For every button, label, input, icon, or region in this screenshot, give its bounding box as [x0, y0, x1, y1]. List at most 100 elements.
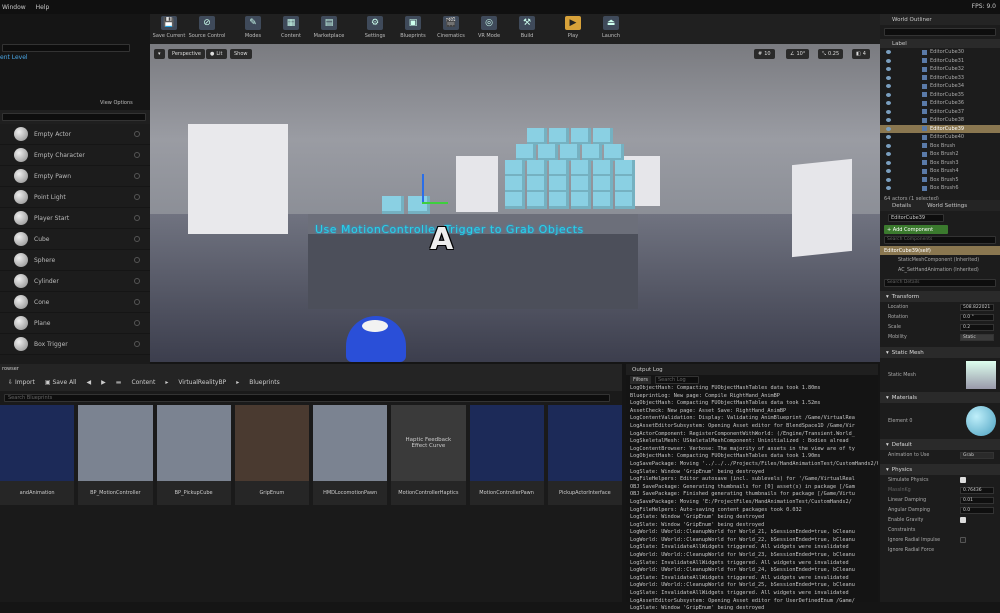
- lit-button[interactable]: ● Lit: [206, 49, 227, 59]
- pyramid-cube[interactable]: [582, 144, 602, 161]
- place-item[interactable]: Cube: [0, 229, 150, 250]
- perspective-button[interactable]: Perspective: [168, 49, 205, 59]
- pyramid-cube[interactable]: [527, 160, 547, 177]
- outliner-header[interactable]: Label: [880, 39, 1000, 48]
- static-mesh-thumbnail[interactable]: [966, 361, 996, 389]
- pyramid-cube[interactable]: [593, 192, 613, 209]
- eye-icon[interactable]: [886, 75, 891, 80]
- eye-icon[interactable]: [886, 143, 891, 148]
- path-content[interactable]: Content: [131, 379, 155, 386]
- gizmo-z-axis[interactable]: [422, 174, 424, 204]
- levels-search[interactable]: [2, 44, 130, 52]
- pyramid-cube[interactable]: [593, 160, 613, 177]
- pyramid-cube[interactable]: [615, 176, 635, 193]
- path-virtualrealitybp[interactable]: VirtualRealityBP: [178, 379, 226, 386]
- asset-tile[interactable]: BP_MotionController: [78, 405, 153, 505]
- pyramid-cube[interactable]: [571, 176, 591, 193]
- tab-world-settings[interactable]: World Settings: [927, 203, 967, 209]
- help-icon[interactable]: [134, 299, 140, 305]
- place-item[interactable]: Empty Character: [0, 145, 150, 166]
- eye-icon[interactable]: [886, 50, 891, 55]
- outliner-row[interactable]: EditorCube30: [880, 48, 1000, 57]
- component-static-mesh[interactable]: StaticMeshComponent (Inherited): [880, 255, 1000, 265]
- current-level[interactable]: ent Level: [0, 54, 28, 61]
- outliner-row[interactable]: Box Brush6: [880, 184, 1000, 193]
- place-search[interactable]: [2, 113, 146, 121]
- outliner-row[interactable]: EditorCube38: [880, 116, 1000, 125]
- pyramid-cube[interactable]: [505, 176, 525, 193]
- help-icon[interactable]: [134, 278, 140, 284]
- pyramid-cube[interactable]: [593, 128, 613, 145]
- level-viewport[interactable]: ▾ Perspective ● Lit Show #10 ∠ 10° ⤡ 0.25 ◧…: [150, 44, 880, 362]
- outliner-row[interactable]: EditorCube39: [880, 124, 1000, 133]
- eye-icon[interactable]: [886, 152, 891, 157]
- pyramid-cube[interactable]: [549, 192, 569, 209]
- pyramid-cube[interactable]: [549, 160, 569, 177]
- outliner-row[interactable]: Box Brush3: [880, 159, 1000, 168]
- modes-button[interactable]: ✎ Modes: [234, 14, 272, 44]
- search-components-input[interactable]: Search Components: [884, 236, 996, 244]
- pyramid-cube[interactable]: [527, 176, 547, 193]
- pyramid-cube[interactable]: [604, 144, 624, 161]
- pyramid-cube[interactable]: [593, 176, 613, 193]
- tab-details[interactable]: Details: [892, 203, 911, 209]
- view-options[interactable]: View Options: [100, 100, 133, 106]
- component-self[interactable]: EditorCube39(self): [880, 246, 1000, 255]
- add-component-button[interactable]: + Add Component: [884, 225, 948, 234]
- outliner-row[interactable]: EditorCube33: [880, 74, 1000, 83]
- asset-tile[interactable]: BP_PickupCube: [156, 405, 231, 505]
- pyramid-cube[interactable]: [505, 192, 525, 209]
- pyramid-cube[interactable]: [615, 192, 635, 209]
- pyramid-cube[interactable]: [549, 128, 569, 145]
- eye-icon[interactable]: [886, 126, 891, 131]
- material-thumbnail[interactable]: [966, 406, 996, 436]
- help-icon[interactable]: [134, 131, 140, 137]
- section-static-mesh[interactable]: ▾ Static Mesh: [880, 347, 1000, 358]
- eye-icon[interactable]: [886, 67, 891, 72]
- ignore-impulse-checkbox[interactable]: [960, 537, 966, 543]
- asset-tile[interactable]: GripEnum: [234, 405, 309, 505]
- path-blueprints[interactable]: Blueprints: [249, 379, 280, 386]
- help-icon[interactable]: [134, 320, 140, 326]
- pyramid-cube[interactable]: [527, 192, 547, 209]
- outliner-search[interactable]: [884, 28, 996, 36]
- settings-button[interactable]: ⚙ Settings: [356, 14, 394, 44]
- rotation-snap-button[interactable]: ∠ 10°: [786, 49, 810, 59]
- outliner-row[interactable]: EditorCube31: [880, 57, 1000, 66]
- eye-icon[interactable]: [886, 118, 891, 123]
- content-search-input[interactable]: Search Blueprints: [4, 394, 610, 402]
- vr-mode-button[interactable]: ◎ VR Mode: [470, 14, 508, 44]
- save-all-button[interactable]: ▣ Save All: [45, 379, 77, 386]
- section-transform[interactable]: ▾ Transform: [880, 291, 1000, 302]
- asset-tile[interactable]: MotionControllerPawn: [469, 405, 544, 505]
- outliner-row[interactable]: EditorCube32: [880, 65, 1000, 74]
- outliner-row[interactable]: Box Brush: [880, 142, 1000, 151]
- scale-x-field[interactable]: 0.2: [960, 323, 994, 331]
- show-button[interactable]: Show: [230, 49, 252, 59]
- actor-name-field[interactable]: EditorCube39: [888, 214, 944, 222]
- import-button[interactable]: ⇩ Import: [8, 379, 35, 386]
- eye-icon[interactable]: [886, 177, 891, 182]
- section-materials[interactable]: ▾ Materials: [880, 392, 1000, 403]
- component-hand-anim[interactable]: AC_SetHandAnimation (Inherited): [880, 265, 1000, 275]
- pyramid-cube[interactable]: [560, 144, 580, 161]
- nav-forward-icon[interactable]: ▶: [101, 379, 106, 386]
- output-log-tab[interactable]: Output Log: [632, 367, 663, 373]
- build-button[interactable]: ⚒ Build: [508, 14, 546, 44]
- help-icon[interactable]: [134, 215, 140, 221]
- rotation-x-field[interactable]: 0.0 °: [960, 313, 994, 321]
- cinematics-button[interactable]: 🎬 Cinematics: [432, 14, 470, 44]
- marketplace-button[interactable]: ▤ Marketplace: [310, 14, 348, 44]
- eye-icon[interactable]: [886, 169, 891, 174]
- mobility-static-button[interactable]: Static: [960, 333, 994, 341]
- outliner-row[interactable]: Box Brush2: [880, 150, 1000, 159]
- help-icon[interactable]: [134, 341, 140, 347]
- eye-icon[interactable]: [886, 186, 891, 191]
- eye-icon[interactable]: [886, 101, 891, 106]
- log-search-input[interactable]: Search Log: [655, 376, 699, 384]
- mass-field[interactable]: 0.76436: [960, 486, 994, 494]
- outliner-tab[interactable]: World Outliner: [880, 14, 1000, 25]
- place-item[interactable]: Point Light: [0, 187, 150, 208]
- pickup-cube[interactable]: [382, 196, 404, 214]
- angular-damping-field[interactable]: 0.0: [960, 506, 994, 514]
